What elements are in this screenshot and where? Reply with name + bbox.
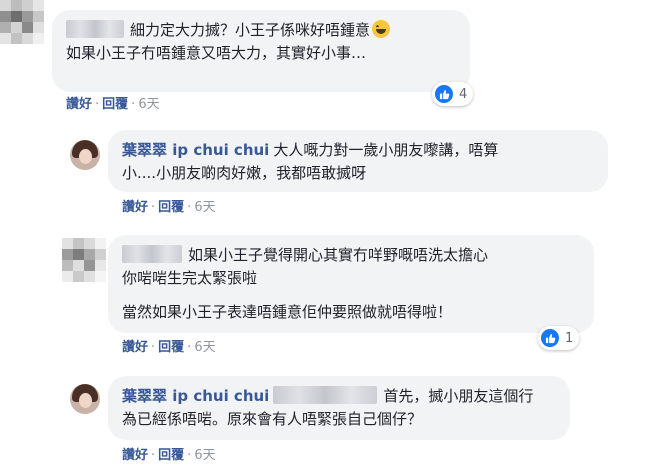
comment-text: 為已經係唔啱。原來會有人唔緊張自己個仔？ — [122, 410, 423, 428]
reaction-count-text: 4 — [459, 86, 468, 102]
timestamp[interactable]: 6天 — [194, 340, 215, 355]
author-name[interactable]: 葉翠翠 ip chui chui — [122, 387, 269, 405]
comment-text: 你啱啱生完太緊張啦 — [122, 269, 258, 287]
like-link[interactable]: 讚好 — [66, 97, 92, 112]
reply-link[interactable]: 回覆 — [102, 97, 128, 112]
like-link[interactable]: 讚好 — [122, 448, 148, 463]
mentioned-name-blurred[interactable] — [273, 386, 378, 404]
reply-link[interactable]: 回覆 — [158, 340, 184, 355]
comment-actions: 讚好 · 回覆 · 6天 — [122, 200, 216, 215]
comment-text: 當然如果小王子表達唔鍾意佢仲要照做就唔得啦！ — [122, 303, 453, 321]
reply-link[interactable]: 回覆 — [158, 448, 184, 463]
commenter-avatar[interactable] — [70, 140, 100, 170]
commenter-avatar-blurred[interactable] — [0, 0, 44, 44]
comment-text: 首先，搣小朋友這個行 — [383, 387, 534, 405]
comment-text: 細力定大力搣？小王子係咪好唔鍾意 — [130, 21, 371, 39]
like-link[interactable]: 讚好 — [122, 200, 148, 215]
comment-text: 大人嘅力對一歲小朋友嚟講，唔算 — [273, 141, 499, 159]
commenter-avatar-blurred[interactable] — [62, 238, 106, 282]
timestamp[interactable]: 6天 — [138, 97, 159, 112]
author-name-blurred[interactable] — [66, 20, 124, 38]
comment-bubble: 葉翠翠 ip chui chui 首先，搣小朋友這個行 為已經係唔啱。原來會有人唔… — [108, 376, 570, 440]
comment-actions: 讚好 · 回覆 · 6天 — [66, 97, 160, 112]
comment-actions: 讚好 · 回覆 · 6天 — [122, 448, 216, 463]
grinning-sweat-emoji-icon — [372, 20, 391, 38]
comment-actions: 讚好 · 回覆 · 6天 — [122, 340, 216, 355]
reaction-count[interactable]: 1 — [538, 326, 580, 350]
comment-bubble: 葉翠翠 ip chui chui 大人嘅力對一歲小朋友嚟講，唔算 小....小朋友… — [108, 130, 608, 192]
reaction-count[interactable]: 4 — [432, 82, 474, 106]
like-link[interactable]: 讚好 — [122, 340, 148, 355]
thumbs-up-icon — [435, 85, 453, 103]
comment-bubble: 如果小王子覺得開心其實冇咩野嘅唔洗太擔心 你啱啱生完太緊張啦 當然如果小王子表達… — [108, 235, 594, 333]
reply-link[interactable]: 回覆 — [158, 200, 184, 215]
author-name-blurred[interactable] — [122, 245, 182, 263]
comment-text: 小....小朋友啲肉好嫩，我都唔敢搣呀 — [122, 164, 367, 182]
timestamp[interactable]: 6天 — [194, 448, 215, 463]
commenter-avatar[interactable] — [70, 384, 100, 414]
comment-text: 如果小王子覺得開心其實冇咩野嘅唔洗太擔心 — [188, 246, 489, 264]
reaction-count-text: 1 — [565, 330, 574, 346]
author-name[interactable]: 葉翠翠 ip chui chui — [122, 141, 269, 159]
thumbs-up-icon — [541, 329, 559, 347]
timestamp[interactable]: 6天 — [194, 200, 215, 215]
comment-bubble: 細力定大力搣？小王子係咪好唔鍾意 如果小王子冇唔鍾意又唔大力，其實好小事… — [52, 10, 470, 92]
comment-text: 如果小王子冇唔鍾意又唔大力，其實好小事… — [66, 44, 367, 62]
